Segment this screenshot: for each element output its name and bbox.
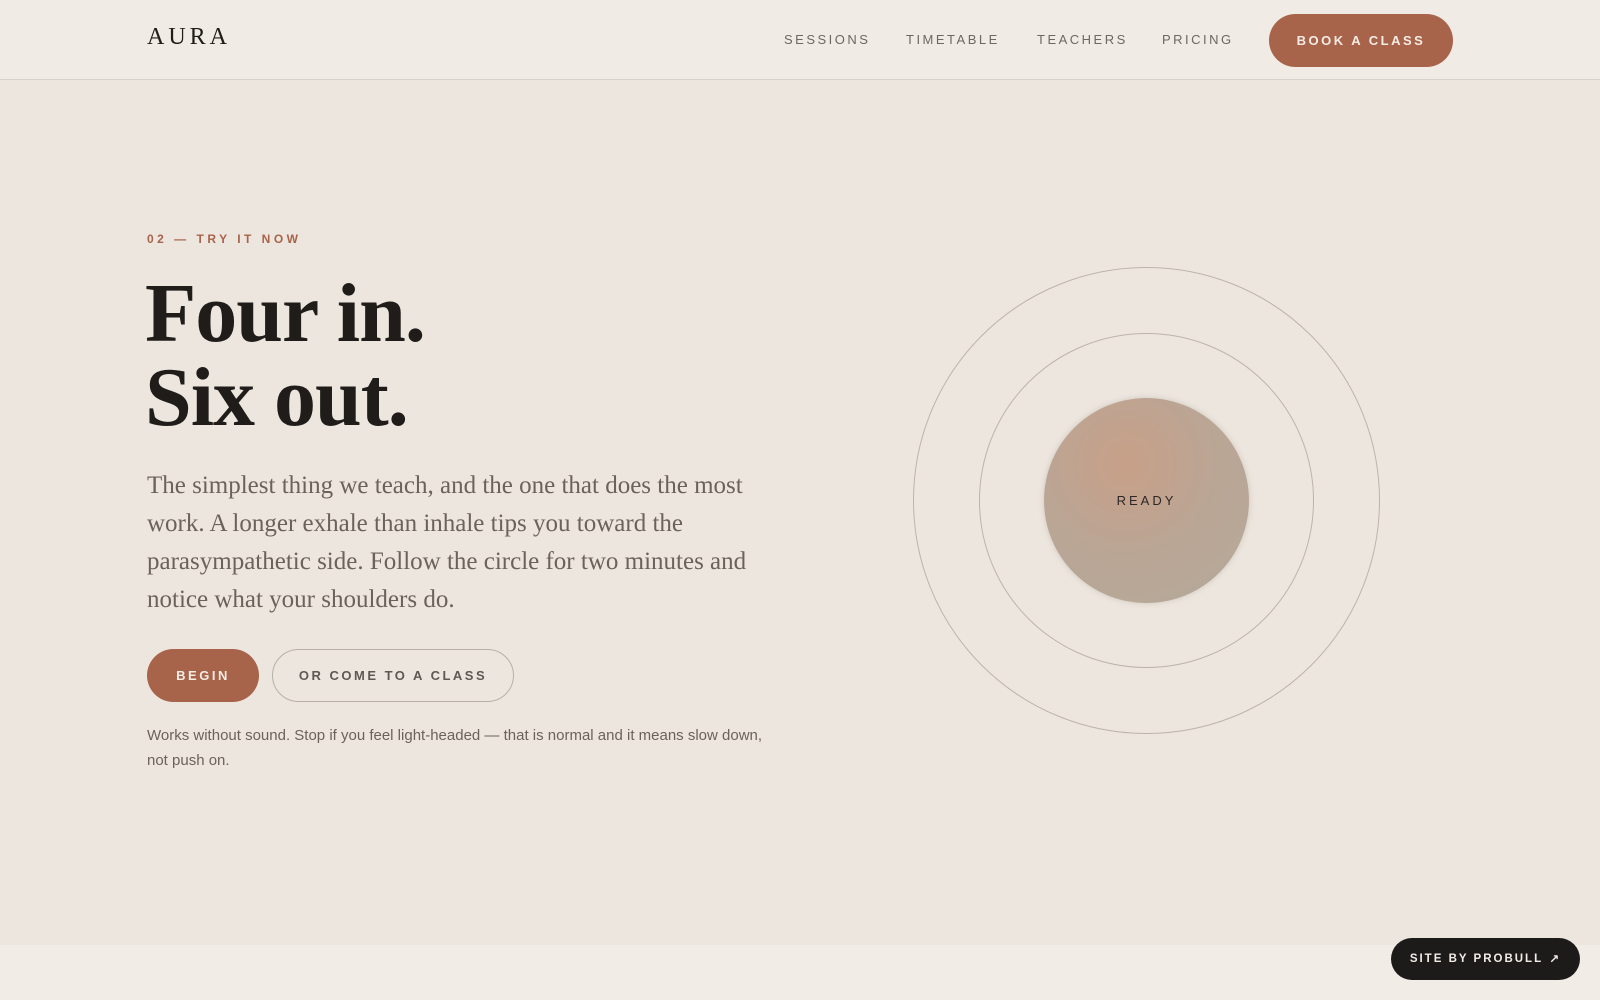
hero-body: The simplest thing we teach, and the one… bbox=[147, 472, 747, 613]
come-to-class-button[interactable]: OR COME TO A CLASS bbox=[272, 649, 514, 702]
begin-button[interactable]: BEGIN bbox=[147, 649, 259, 702]
book-a-class-button[interactable]: BOOK A CLASS bbox=[1269, 14, 1453, 67]
nav-sessions[interactable]: SESSIONS bbox=[784, 32, 870, 47]
section-eyebrow: 02 — TRY IT NOW bbox=[147, 232, 302, 246]
site-header: AURA SESSIONS TIMETABLE TEACHERS PRICING… bbox=[0, 0, 1600, 80]
site-credit-badge[interactable]: SITE BY PROBULL ↗ bbox=[1391, 938, 1580, 980]
safety-note: Works without sound. Stop if you feel li… bbox=[147, 727, 763, 769]
nav-timetable[interactable]: TIMETABLE bbox=[906, 32, 1000, 47]
nav-pricing[interactable]: PRICING bbox=[1162, 32, 1234, 47]
breathing-orb: READY bbox=[1044, 398, 1249, 603]
bottom-strip bbox=[0, 945, 1600, 1000]
breath-state-label: READY bbox=[1116, 493, 1177, 508]
site-credit-label: SITE BY PROBULL bbox=[1409, 953, 1544, 965]
hero-headline: Four in. Six out. bbox=[145, 267, 426, 444]
headline-line-2: Six out. bbox=[145, 351, 409, 444]
headline-line-1: Four in. bbox=[145, 267, 426, 360]
arrow-up-right-icon: ↗ bbox=[1549, 952, 1562, 966]
nav-teachers[interactable]: TEACHERS bbox=[1037, 32, 1128, 47]
